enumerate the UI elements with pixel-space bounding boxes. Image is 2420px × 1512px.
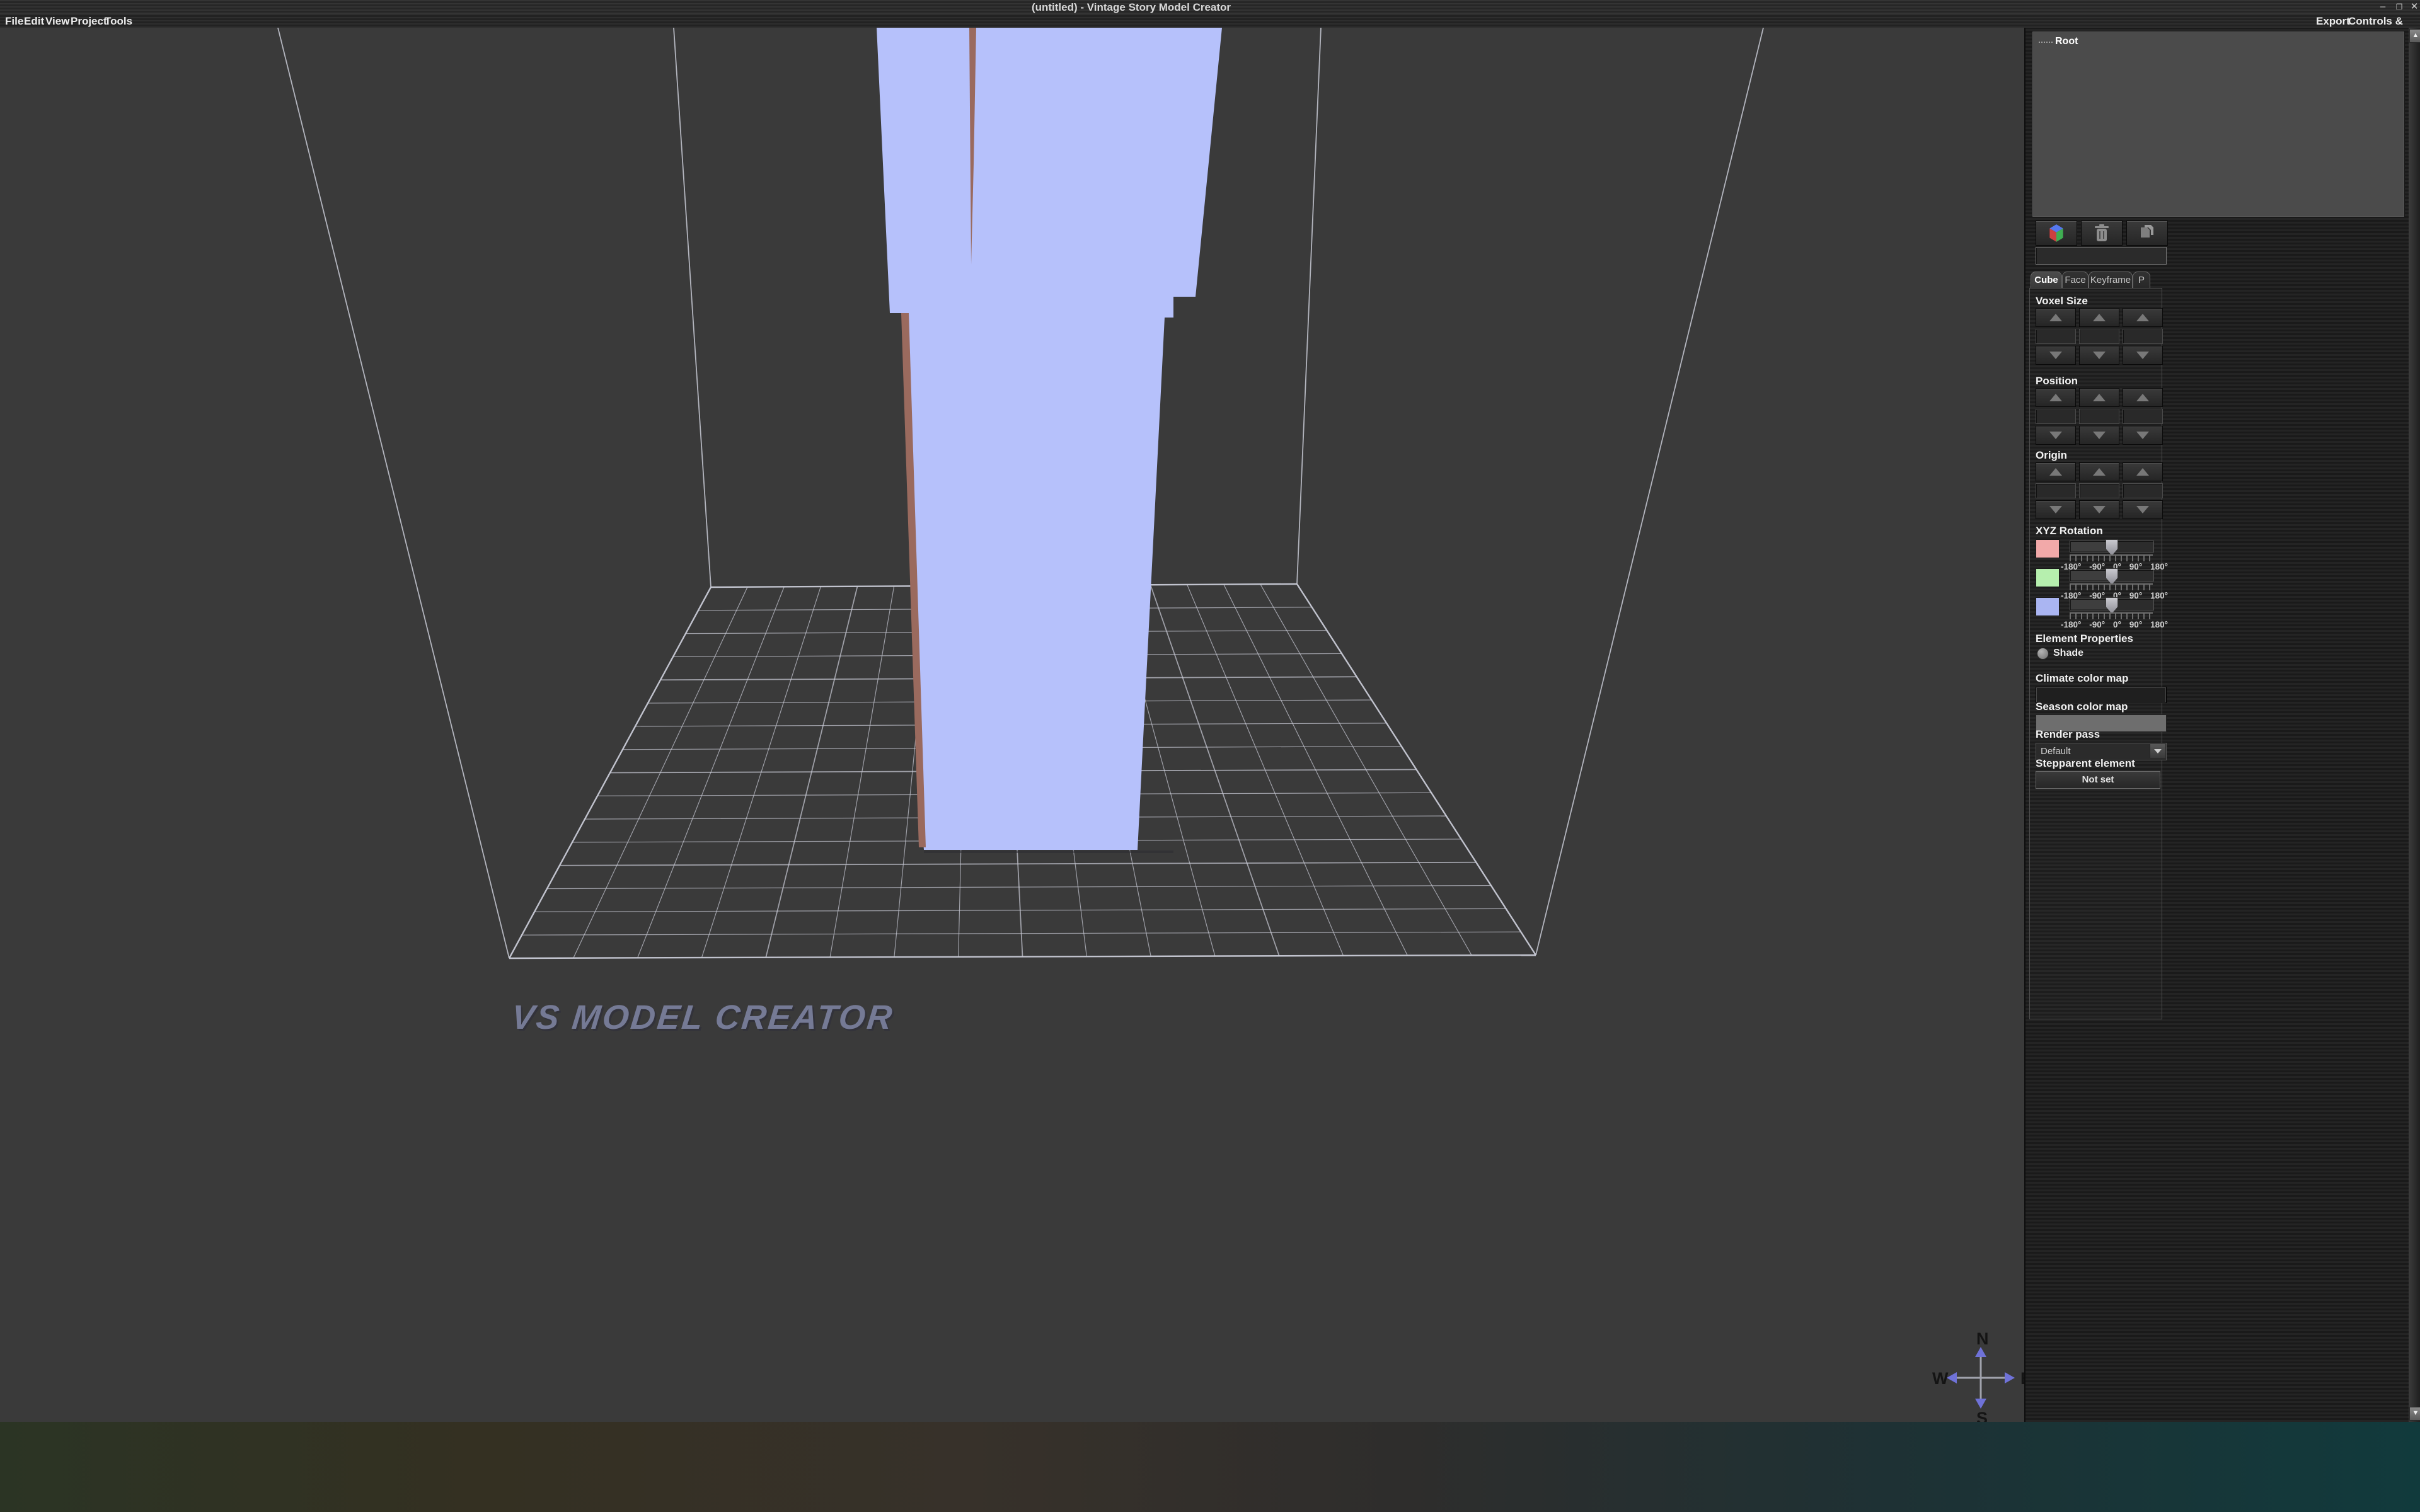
origin-x-up-button[interactable] xyxy=(2036,462,2076,481)
position-y-down-button[interactable] xyxy=(2079,426,2119,445)
render-pass-value: Default xyxy=(2041,746,2071,757)
tree-branch-line xyxy=(2039,42,2053,43)
voxel-x-up-button[interactable] xyxy=(2036,308,2076,327)
desktop: (untitled) - Vintage Story Model Creator… xyxy=(0,0,2420,1512)
position-x-value[interactable] xyxy=(2036,409,2076,424)
compass-w: W xyxy=(1932,1369,1949,1388)
rotation-y-ticks xyxy=(2070,583,2153,590)
compass-north-arrow xyxy=(1975,1347,1986,1357)
position-x-up-button[interactable] xyxy=(2036,388,2076,407)
trash-icon xyxy=(2094,224,2110,243)
origin-z-value[interactable] xyxy=(2123,483,2163,498)
voxel-z-value[interactable] xyxy=(2123,329,2163,344)
voxel-y-value[interactable] xyxy=(2079,329,2119,344)
close-button[interactable]: ✕ xyxy=(2406,3,2420,13)
tab-p[interactable]: P xyxy=(2133,272,2150,289)
window-title: (untitled) - Vintage Story Model Creator xyxy=(0,1,2341,14)
position-label: Position xyxy=(2036,375,2078,387)
element-tree[interactable]: Root xyxy=(2032,31,2405,217)
title-bar: (untitled) - Vintage Story Model Creator… xyxy=(0,0,2420,14)
rotation-z-slider[interactable] xyxy=(2070,598,2154,610)
element-name-input[interactable] xyxy=(2036,247,2167,265)
position-x-down-button[interactable] xyxy=(2036,426,2076,445)
tree-root-node[interactable]: Root xyxy=(2055,36,2078,47)
voxel-z-down-button[interactable] xyxy=(2123,346,2163,365)
xyz-rotation-label: XYZ Rotation xyxy=(2036,525,2103,537)
menu-project[interactable]: Project xyxy=(71,15,107,28)
voxel-size-label: Voxel Size xyxy=(2036,295,2088,307)
menu-file[interactable]: File xyxy=(5,15,23,28)
origin-y-value[interactable] xyxy=(2079,483,2119,498)
scene-canvas xyxy=(0,28,2024,1422)
rotation-y-swatch xyxy=(2036,568,2060,587)
origin-z-down-button[interactable] xyxy=(2123,500,2163,519)
minimize-button[interactable]: – xyxy=(2375,3,2391,13)
duplicate-element-button[interactable] xyxy=(2126,220,2168,246)
voxel-x-value[interactable] xyxy=(2036,329,2076,344)
origin-spinners xyxy=(2036,462,2162,519)
voxel-y-up-button[interactable] xyxy=(2079,308,2119,327)
delete-element-button[interactable] xyxy=(2081,220,2123,246)
rotation-x-slider[interactable] xyxy=(2070,541,2154,553)
properties-panel: Root Cube xyxy=(2024,28,2420,1422)
tab-cube[interactable]: Cube xyxy=(2031,272,2062,289)
rotation-z-swatch xyxy=(2036,597,2060,616)
shade-radio[interactable] xyxy=(2037,648,2049,660)
voxel-z-up-button[interactable] xyxy=(2123,308,2163,327)
cube-icon xyxy=(2047,223,2066,243)
copy-icon xyxy=(2138,224,2156,243)
compass-south-arrow xyxy=(1975,1399,1986,1409)
origin-z-up-button[interactable] xyxy=(2123,462,2163,481)
compass-n: N xyxy=(1976,1331,1989,1348)
render-pass-label: Render pass xyxy=(2036,728,2100,741)
position-z-up-button[interactable] xyxy=(2123,388,2163,407)
watermark: VS MODEL CREATOR xyxy=(510,998,896,1037)
rotation-z-ticks xyxy=(2070,612,2153,619)
stepparent-element-label: Stepparent element xyxy=(2036,757,2135,770)
rotation-y-slider[interactable] xyxy=(2070,570,2154,581)
voxel-y-down-button[interactable] xyxy=(2079,346,2119,365)
origin-label: Origin xyxy=(2036,449,2067,462)
tab-keyframe[interactable]: Keyframe xyxy=(2089,272,2133,289)
panel-scrollbar[interactable]: ▲ ▼ xyxy=(2409,28,2420,1422)
position-y-value[interactable] xyxy=(2079,409,2119,424)
climate-color-map-label: Climate color map xyxy=(2036,672,2128,685)
compass-east-arrow xyxy=(2005,1372,2015,1383)
season-color-map-label: Season color map xyxy=(2036,701,2128,713)
element-properties-label: Element Properties xyxy=(2036,633,2133,645)
rotation-z-scale: -180°-90°0°90°180° xyxy=(2061,620,2168,629)
origin-x-down-button[interactable] xyxy=(2036,500,2076,519)
add-cube-button[interactable] xyxy=(2036,220,2077,246)
position-spinners xyxy=(2036,388,2162,445)
position-y-up-button[interactable] xyxy=(2079,388,2119,407)
menu-edit[interactable]: Edit xyxy=(24,15,44,28)
voxel-x-down-button[interactable] xyxy=(2036,346,2076,365)
rotation-x-ticks xyxy=(2070,554,2153,561)
scroll-up-button[interactable]: ▲ xyxy=(2409,29,2420,43)
taskbar: 29° Search xyxy=(0,1422,2420,1512)
position-z-value[interactable] xyxy=(2123,409,2163,424)
menu-tools[interactable]: Tools xyxy=(105,15,132,28)
menu-view[interactable]: View xyxy=(45,15,69,28)
menu-bar: File Edit View Project Tools Export Cont… xyxy=(0,14,2420,28)
tab-face[interactable]: Face xyxy=(2062,272,2089,289)
model-viewport[interactable]: VS MODEL CREATOR N S W E xyxy=(0,28,2024,1422)
origin-y-up-button[interactable] xyxy=(2079,462,2119,481)
menu-export[interactable]: Export xyxy=(2316,15,2350,28)
position-z-down-button[interactable] xyxy=(2123,426,2163,445)
model-element[interactable] xyxy=(877,28,1222,850)
voxel-size-spinners xyxy=(2036,308,2162,365)
shade-label: Shade xyxy=(2053,648,2083,659)
rotation-x-swatch xyxy=(2036,539,2060,558)
stepparent-not-set-button[interactable]: Not set xyxy=(2036,771,2160,789)
origin-x-value[interactable] xyxy=(2036,483,2076,498)
render-pass-dropdown-arrow[interactable] xyxy=(2150,744,2165,758)
origin-y-down-button[interactable] xyxy=(2079,500,2119,519)
scroll-down-button[interactable]: ▼ xyxy=(2409,1407,2420,1421)
restore-button[interactable]: ❐ xyxy=(2391,3,2407,13)
